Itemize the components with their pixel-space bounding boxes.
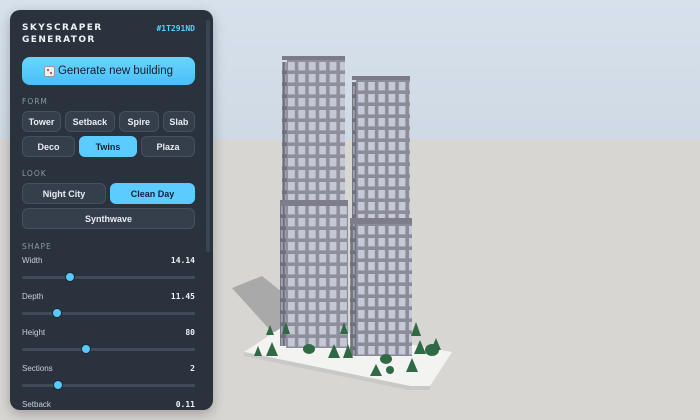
form-tower-button[interactable]: Tower: [22, 111, 62, 132]
form-twins-button[interactable]: Twins: [79, 136, 137, 157]
panel-title: SKYSCRAPER GENERATOR: [22, 23, 103, 45]
height-slider-label: Height: [22, 328, 46, 337]
width-slider-handle[interactable]: [65, 272, 76, 282]
width-slider-label: Width: [22, 256, 43, 265]
sections-slider-value: 2: [190, 364, 195, 373]
form-slab-button[interactable]: Slab: [162, 111, 195, 132]
seed-id: #1T291ND: [156, 24, 195, 33]
height-slider-value: 80: [185, 328, 195, 337]
depth-slider-label: Depth: [22, 292, 44, 301]
generator-panel: SKYSCRAPER GENERATOR #1T291ND Generate n…: [10, 10, 213, 410]
sections-slider-label: Sections: [22, 364, 53, 373]
width-slider-rail[interactable]: [22, 276, 195, 279]
generate-button[interactable]: Generate new building: [22, 57, 195, 85]
depth-slider-handle[interactable]: [51, 308, 62, 318]
setback-slider-label: Setback: [22, 400, 51, 409]
form-section-label: FORM: [22, 97, 48, 106]
setback-slider-value: 0.11: [175, 400, 195, 409]
depth-slider-value: 11.45: [170, 292, 195, 301]
sections-slider-rail[interactable]: [22, 384, 195, 387]
height-slider-handle[interactable]: [81, 344, 91, 354]
look-night-city-button[interactable]: Night City: [22, 183, 106, 204]
form-plaza-button[interactable]: Plaza: [141, 136, 195, 157]
height-slider: Height 80: [22, 328, 195, 360]
setback-slider: Setback 0.11: [22, 400, 195, 410]
form-spire-button[interactable]: Spire: [118, 111, 159, 132]
panel-scrollbar[interactable]: [206, 20, 210, 252]
form-deco-button[interactable]: Deco: [22, 136, 75, 157]
look-clean-day-button[interactable]: Clean Day: [110, 183, 195, 204]
height-slider-rail[interactable]: [22, 348, 195, 351]
sections-slider: Sections 2: [22, 364, 195, 396]
generate-button-label: Generate new building: [57, 65, 174, 77]
form-setback-button[interactable]: Setback: [65, 111, 115, 132]
right-tower: [350, 76, 412, 356]
width-slider-value: 14.14: [170, 256, 195, 265]
look-synthwave-button[interactable]: Synthwave: [22, 208, 195, 229]
depth-slider-rail[interactable]: [22, 312, 195, 315]
look-section-label: LOOK: [22, 169, 47, 178]
dice-icon: [43, 65, 55, 77]
shape-section-label: SHAPE: [22, 242, 52, 251]
width-slider: Width 14.14: [22, 256, 195, 288]
depth-slider: Depth 11.45: [22, 292, 195, 324]
sections-slider-handle[interactable]: [53, 380, 64, 390]
left-tower: [280, 56, 348, 348]
